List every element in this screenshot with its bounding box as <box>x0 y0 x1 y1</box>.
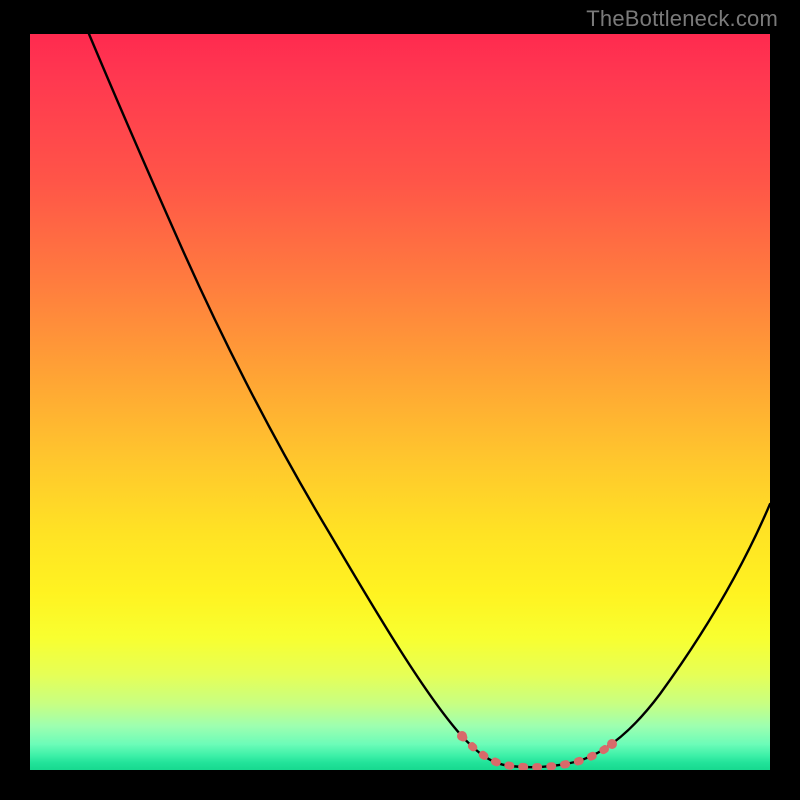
watermark-text: TheBottleneck.com <box>586 6 778 32</box>
optimal-zone-dash <box>462 736 612 767</box>
chart-frame: TheBottleneck.com <box>0 0 800 800</box>
optimal-zone-end-dot <box>607 739 617 749</box>
bottleneck-curve-svg <box>30 34 770 770</box>
plot-area <box>30 34 770 770</box>
optimal-zone-start-dot <box>457 731 467 741</box>
bottleneck-curve-line <box>89 34 770 767</box>
